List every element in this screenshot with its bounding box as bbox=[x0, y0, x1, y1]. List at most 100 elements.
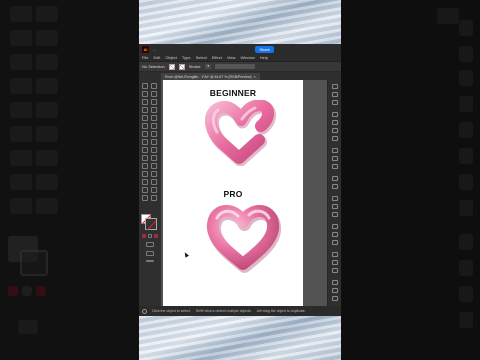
shape-builder-icon[interactable] bbox=[142, 147, 148, 153]
zoom-tool-icon[interactable] bbox=[151, 187, 157, 193]
background-sky-top bbox=[139, 0, 341, 44]
opentype-panel-icon[interactable] bbox=[332, 240, 338, 245]
gradient-mode-icon[interactable] bbox=[148, 234, 152, 238]
navigator-panel-icon[interactable] bbox=[332, 288, 338, 293]
stroke-label: Stroke: bbox=[188, 64, 202, 69]
color-panel-icon[interactable] bbox=[332, 112, 338, 117]
links-panel-icon[interactable] bbox=[332, 252, 338, 257]
eyedropper-icon[interactable] bbox=[142, 163, 148, 169]
document-tab-bar: Prom @NeUTorngfile - 1*Ai* @ 64.67 % (RG… bbox=[139, 72, 341, 80]
align-panel-icon[interactable] bbox=[332, 196, 338, 201]
scale-tool-icon[interactable] bbox=[151, 131, 157, 137]
swatches-panel-icon[interactable] bbox=[332, 120, 338, 125]
tools-panel bbox=[139, 80, 161, 306]
transform-panel-icon[interactable] bbox=[332, 204, 338, 209]
close-tab-icon[interactable]: × bbox=[254, 75, 256, 79]
hand-tool-icon[interactable] bbox=[142, 187, 148, 193]
brush-definition-field[interactable] bbox=[215, 64, 256, 69]
menu-file[interactable]: File bbox=[142, 55, 148, 60]
status-hint-shift: Shift+click to select multiple objects. bbox=[195, 309, 252, 313]
more-tools-icon[interactable] bbox=[146, 260, 154, 262]
app-logo-icon: Ai bbox=[142, 45, 149, 53]
gradient-panel-icon[interactable] bbox=[332, 156, 338, 161]
lasso-icon[interactable] bbox=[151, 91, 157, 97]
symbols-panel-icon[interactable] bbox=[332, 136, 338, 141]
menu-view[interactable]: View bbox=[227, 55, 236, 60]
paragraph-panel-icon[interactable] bbox=[332, 232, 338, 237]
line-tool-icon[interactable] bbox=[151, 107, 157, 113]
gradient-tool-icon[interactable] bbox=[151, 155, 157, 161]
free-transform-icon[interactable] bbox=[151, 139, 157, 145]
selection-status: No Selection bbox=[142, 64, 165, 69]
work-area: BEGINNER PRO bbox=[139, 80, 341, 306]
print-tiling-icon[interactable] bbox=[151, 195, 157, 201]
type-tool-icon[interactable] bbox=[142, 107, 148, 113]
layers-panel-icon[interactable] bbox=[332, 92, 338, 97]
heading-pro: PRO bbox=[223, 189, 243, 199]
menu-bar: File Edit Object Type Select Effect View… bbox=[139, 54, 341, 62]
menu-object[interactable]: Object bbox=[165, 55, 177, 60]
transparency-panel-icon[interactable] bbox=[332, 164, 338, 169]
right-panel-dock bbox=[327, 80, 341, 306]
pencil-tool-icon[interactable] bbox=[142, 123, 148, 129]
title-bar: Ai ... Share bbox=[139, 44, 341, 54]
blend-tool-icon[interactable] bbox=[151, 163, 157, 169]
curvature-tool-icon[interactable] bbox=[151, 99, 157, 105]
status-bar: Click the object to select. Shift+click … bbox=[139, 306, 341, 316]
screen-mode-icon[interactable] bbox=[146, 251, 154, 256]
document-tab-title: Prom @NeUTorngfile - 1*Ai* @ 64.67 % (RG… bbox=[165, 74, 252, 79]
width-tool-icon[interactable] bbox=[142, 139, 148, 145]
pathfinder-panel-icon[interactable] bbox=[332, 212, 338, 217]
rotate-view-icon[interactable] bbox=[142, 195, 148, 201]
libraries-panel-icon[interactable] bbox=[332, 100, 338, 105]
control-bar: No Selection Stroke: ▾ bbox=[139, 62, 341, 72]
symbol-sprayer-icon[interactable] bbox=[142, 171, 148, 177]
image-trace-icon[interactable] bbox=[332, 280, 338, 285]
asset-export-icon[interactable] bbox=[332, 268, 338, 273]
stroke-panel-icon[interactable] bbox=[332, 148, 338, 153]
rectangle-tool-icon[interactable] bbox=[142, 115, 148, 121]
color-mode-icon[interactable] bbox=[142, 234, 146, 238]
beginner-heart[interactable] bbox=[203, 100, 279, 166]
character-panel-icon[interactable] bbox=[332, 224, 338, 229]
menu-help[interactable]: Help bbox=[260, 55, 268, 60]
menu-effect[interactable]: Effect bbox=[212, 55, 222, 60]
menu-select[interactable]: Select bbox=[196, 55, 207, 60]
pen-tool-icon[interactable] bbox=[142, 99, 148, 105]
pro-heart[interactable] bbox=[205, 200, 281, 274]
info-panel-icon[interactable] bbox=[332, 296, 338, 301]
magic-wand-icon[interactable] bbox=[142, 91, 148, 97]
mouse-cursor-icon bbox=[183, 251, 189, 258]
brush-tool-icon[interactable] bbox=[151, 115, 157, 121]
none-mode-icon[interactable] bbox=[154, 234, 158, 238]
menu-edit[interactable]: Edit bbox=[153, 55, 160, 60]
stroke-none-icon[interactable] bbox=[145, 218, 157, 230]
share-button[interactable]: Share bbox=[255, 45, 275, 53]
stroke-swatch[interactable] bbox=[178, 63, 185, 70]
fill-stroke-widget[interactable] bbox=[141, 214, 157, 230]
rotate-tool-icon[interactable] bbox=[142, 131, 148, 137]
eraser-tool-icon[interactable] bbox=[151, 123, 157, 129]
mesh-tool-icon[interactable] bbox=[142, 155, 148, 161]
properties-panel-icon[interactable] bbox=[332, 84, 338, 89]
document-tab[interactable]: Prom @NeUTorngfile - 1*Ai* @ 64.67 % (RG… bbox=[161, 73, 260, 80]
appearance-panel-icon[interactable] bbox=[332, 176, 338, 181]
graph-tool-icon[interactable] bbox=[151, 171, 157, 177]
stroke-weight-dropdown[interactable]: ▾ bbox=[205, 64, 212, 69]
artboard-tool-icon[interactable] bbox=[142, 179, 148, 185]
menu-window[interactable]: Window bbox=[240, 55, 254, 60]
brushes-panel-icon[interactable] bbox=[332, 128, 338, 133]
menu-type[interactable]: Type bbox=[182, 55, 191, 60]
artboards-panel-icon[interactable] bbox=[332, 260, 338, 265]
draw-mode-icon[interactable] bbox=[146, 242, 154, 247]
perspective-grid-icon[interactable] bbox=[151, 147, 157, 153]
selection-tool-icon[interactable] bbox=[142, 83, 148, 89]
title-ellipsis: ... bbox=[153, 46, 157, 52]
graphic-styles-icon[interactable] bbox=[332, 184, 338, 189]
canvas-area[interactable]: BEGINNER PRO bbox=[161, 80, 327, 306]
artboard[interactable]: BEGINNER PRO bbox=[163, 80, 303, 306]
direct-selection-icon[interactable] bbox=[151, 83, 157, 89]
fill-swatch[interactable] bbox=[168, 63, 175, 70]
status-hint-select: Click the object to select. bbox=[152, 309, 191, 313]
slice-tool-icon[interactable] bbox=[151, 179, 157, 185]
